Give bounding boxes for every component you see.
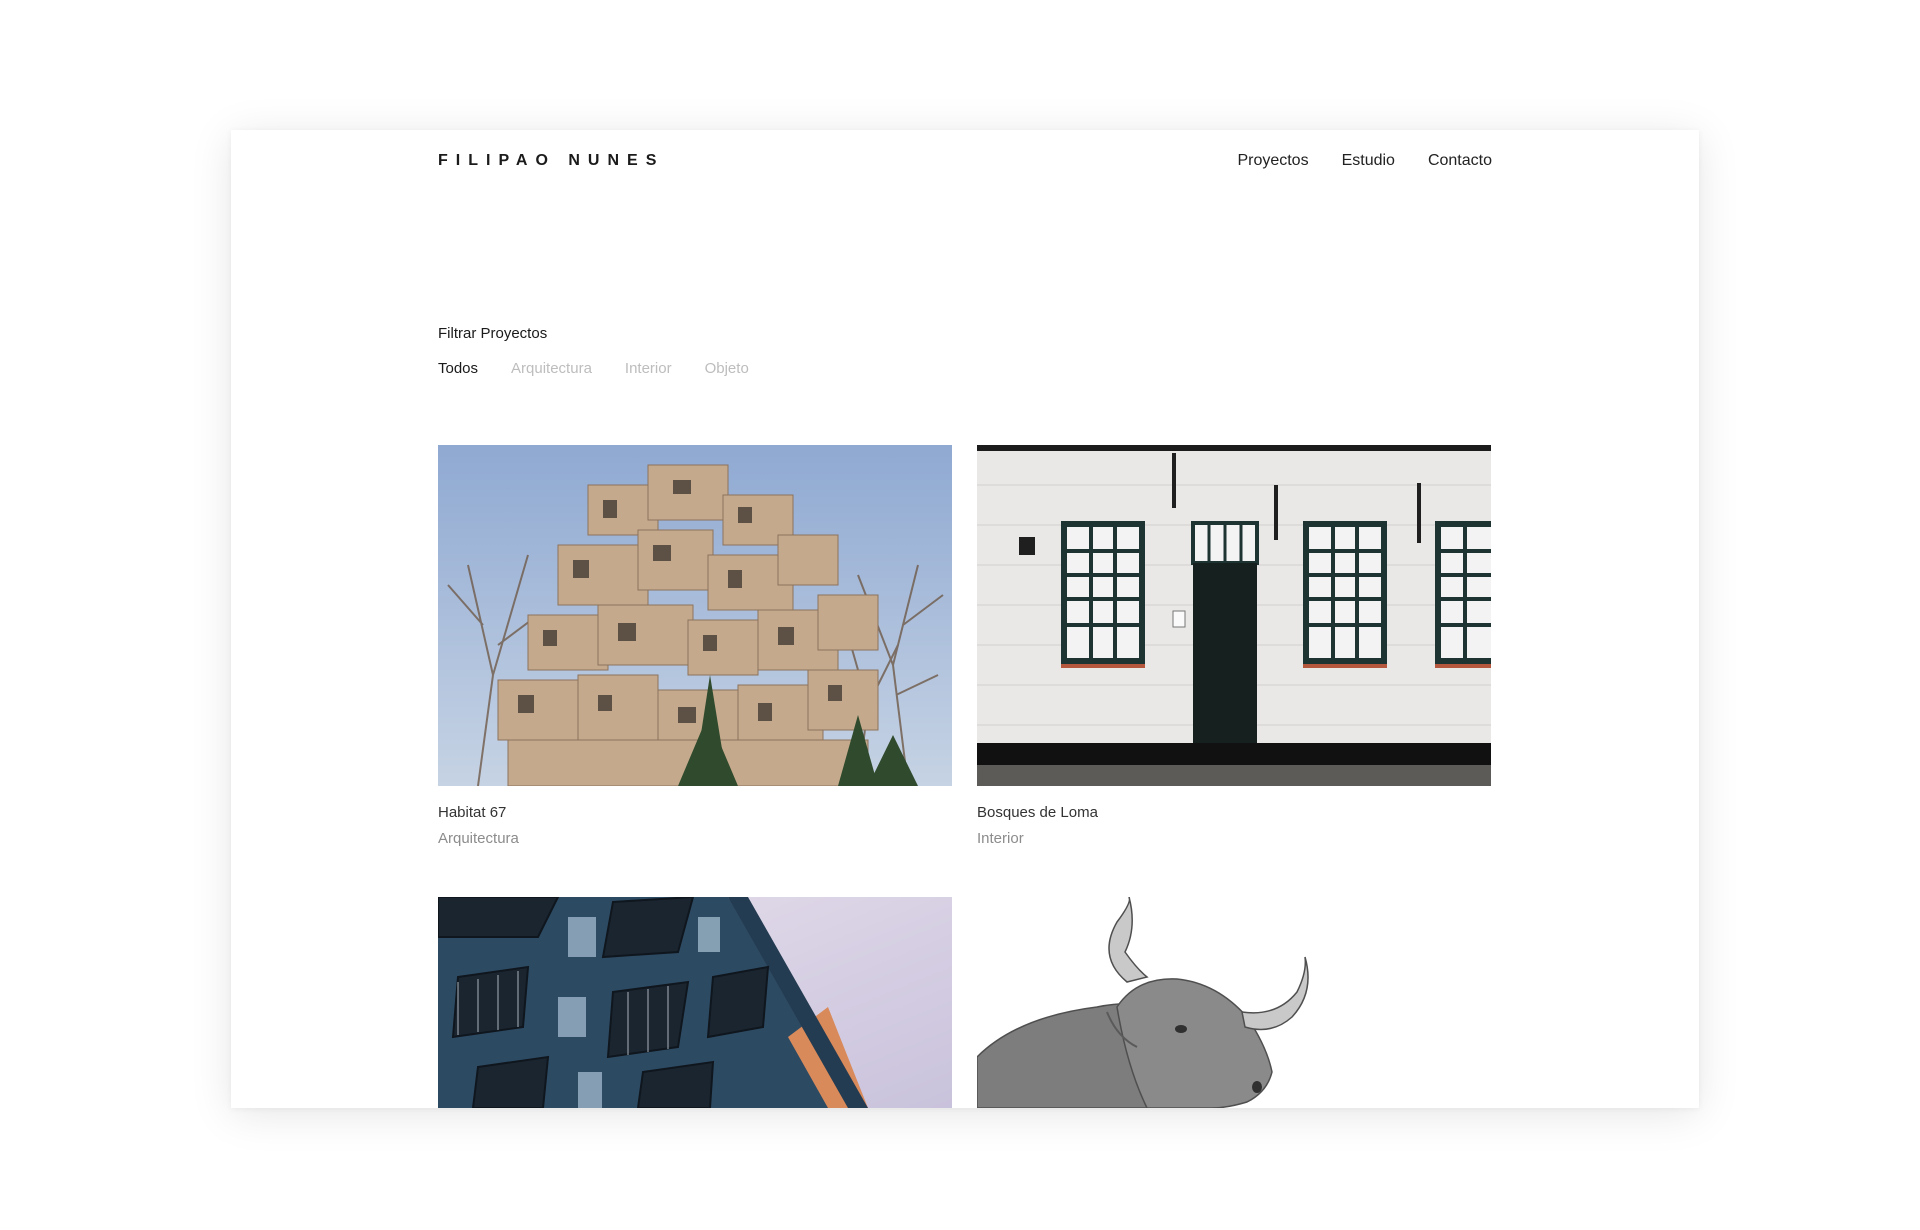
filter-title: Filtrar Proyectos [438, 325, 548, 342]
project-card-3[interactable] [438, 897, 952, 1108]
filter-interior[interactable]: Interior [625, 360, 672, 377]
project-image-bosques-de-loma[interactable] [977, 445, 1491, 786]
project-image-apartments[interactable] [438, 897, 952, 1108]
project-card-4[interactable] [977, 897, 1491, 1108]
project-card-bosques-de-loma[interactable]: Bosques de Loma Interior [977, 445, 1491, 847]
browser-page: FILIPAO NUNES Proyectos Estudio Contacto… [231, 130, 1699, 1108]
brand-logo[interactable]: FILIPAO NUNES [438, 152, 664, 170]
project-title[interactable]: Bosques de Loma [977, 804, 1491, 821]
filter-objeto[interactable]: Objeto [705, 360, 749, 377]
nav-link-estudio[interactable]: Estudio [1342, 152, 1395, 170]
filter-options: Todos Arquitectura Interior Objeto [438, 360, 749, 377]
main-nav: Proyectos Estudio Contacto [1237, 152, 1492, 170]
filter-arquitectura[interactable]: Arquitectura [511, 360, 592, 377]
nav-link-proyectos[interactable]: Proyectos [1237, 152, 1308, 170]
project-image-bull[interactable] [977, 897, 1491, 1108]
project-category: Arquitectura [438, 830, 519, 847]
project-title[interactable]: Habitat 67 [438, 804, 952, 821]
project-image-habitat-67[interactable] [438, 445, 952, 786]
project-card-habitat-67[interactable]: Habitat 67 Arquitectura [438, 445, 952, 847]
filter-todos[interactable]: Todos [438, 360, 478, 377]
project-category: Interior [977, 830, 1024, 847]
nav-link-contacto[interactable]: Contacto [1428, 152, 1492, 170]
